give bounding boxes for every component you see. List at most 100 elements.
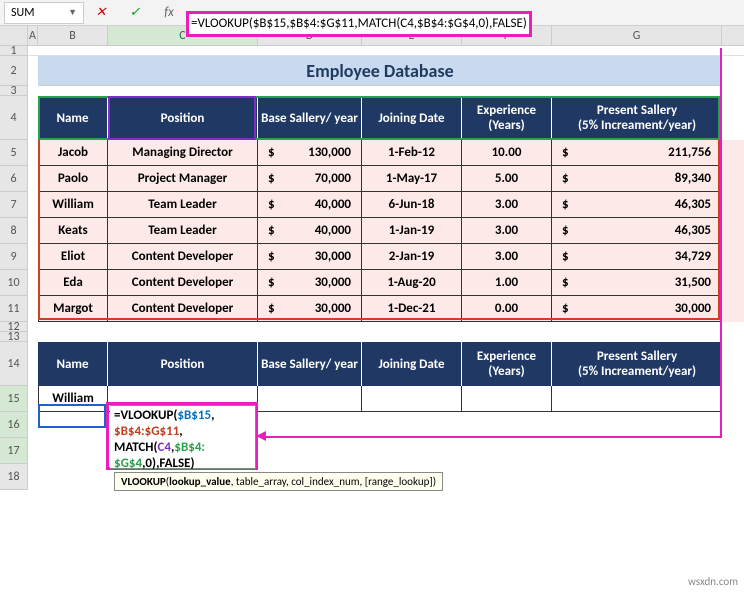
arrow-head-icon [256,431,266,441]
cell-joining[interactable]: 2-Jan-19 [362,244,462,270]
watermark: wsxdn.com [688,575,738,588]
chevron-down-icon[interactable]: ▼ [68,7,77,18]
cell-present[interactable]: $34,729 [552,244,722,270]
row-header-11[interactable]: 11 [0,296,28,322]
row-header-16[interactable]: 16 [0,412,28,438]
lookup-name-cell[interactable]: William [38,386,108,412]
row-header-14[interactable]: 14 [0,342,28,386]
lookup-base-cell[interactable] [258,386,362,412]
row-header-18[interactable]: 18 [0,464,28,490]
lookup-present-cell[interactable] [552,386,722,412]
row-header-1[interactable]: 1 [0,46,28,56]
col-header-a[interactable]: A [28,26,38,45]
th-exp: Experience (Years) [462,96,552,140]
cell-exp[interactable]: 5.00 [462,166,552,192]
lookup-joining-cell[interactable] [362,386,462,412]
th2-name: Name [38,342,108,386]
cell-base[interactable]: $30,000 [258,296,362,322]
cell-position[interactable]: Team Leader [108,192,258,218]
row-header-6[interactable]: 6 [0,166,28,192]
row-header-17[interactable]: 17 [0,438,28,464]
row-header-15[interactable]: 15 [0,386,28,412]
page-title: Employee Database [38,56,722,86]
row-header-5[interactable]: 5 [0,140,28,166]
cell-present[interactable]: $46,305 [552,192,722,218]
cell-joining[interactable]: 1-Dec-21 [362,296,462,322]
table-row: Jacob Managing Director $130,000 1-Feb-1… [38,140,744,166]
th2-base: Base Sallery/ year [258,342,362,386]
cell-base[interactable]: $40,000 [258,192,362,218]
table-row: Eda Content Developer $30,000 1-Aug-20 1… [38,270,744,296]
table-row: Keats Team Leader $40,000 1-Jan-19 3.00 … [38,218,744,244]
cell-joining[interactable]: 1-Aug-20 [362,270,462,296]
table-row: Eliot Content Developer $30,000 2-Jan-19… [38,244,744,270]
cell-name[interactable]: Eliot [38,244,108,270]
cell-present[interactable]: $46,305 [552,218,722,244]
cell-name[interactable]: Keats [38,218,108,244]
th2-present: Present Sallery (5% Increament/year) [552,342,722,386]
cell-base[interactable]: $30,000 [258,244,362,270]
row-header-4[interactable]: 4 [0,96,28,140]
cell-present[interactable]: $211,756 [552,140,722,166]
cell-name[interactable]: Jacob [38,140,108,166]
th2-exp: Experience (Years) [462,342,552,386]
cancel-icon[interactable]: ✕ [90,2,112,24]
col-header-g[interactable]: G [552,26,722,45]
cell-position[interactable]: Content Developer [108,296,258,322]
cell-joining[interactable]: 1-Jan-19 [362,218,462,244]
th2-joining: Joining Date [362,342,462,386]
cell-exp[interactable]: 0.00 [462,296,552,322]
cell-present[interactable]: $89,340 [552,166,722,192]
table-row: Paolo Project Manager $70,000 1-May-17 5… [38,166,744,192]
cell-name[interactable]: Margot [38,296,108,322]
th-base: Base Sallery/ year [258,96,362,140]
cell-joining[interactable]: 1-Feb-12 [362,140,462,166]
cell-exp[interactable]: 10.00 [462,140,552,166]
lookup-exp-cell[interactable] [462,386,552,412]
callout-line-v [720,48,722,438]
cell-base[interactable]: $40,000 [258,218,362,244]
callout-arrow [260,436,722,438]
cell-present[interactable]: $30,000 [552,296,722,322]
cell-exp[interactable]: 3.00 [462,192,552,218]
row-header-8[interactable]: 8 [0,218,28,244]
row-header-13[interactable]: 13 [0,332,28,342]
row-header-2[interactable]: 2 [0,56,28,86]
cell-joining[interactable]: 1-May-17 [362,166,462,192]
formula-bar[interactable]: =VLOOKUP($B$15,$B$4:$G$11,MATCH(C4,$B$4:… [186,11,532,37]
cell-name[interactable]: Eda [38,270,108,296]
cell-exp[interactable]: 3.00 [462,244,552,270]
function-tooltip: VLOOKUP(lookup_value, table_array, col_i… [114,472,443,491]
name-box[interactable]: SUM ▼ [4,2,84,24]
cell-base[interactable]: $30,000 [258,270,362,296]
table-row: William Team Leader $40,000 6-Jun-18 3.0… [38,192,744,218]
cell-position[interactable]: Content Developer [108,270,258,296]
cell-joining[interactable]: 6-Jun-18 [362,192,462,218]
cell-base[interactable]: $130,000 [258,140,362,166]
cell-position[interactable]: Team Leader [108,218,258,244]
cell-exp[interactable]: 1.00 [462,270,552,296]
cell-name[interactable]: Paolo [38,166,108,192]
row-header-3[interactable]: 3 [0,86,28,96]
cell-base[interactable]: $70,000 [258,166,362,192]
confirm-icon[interactable]: ✓ [124,2,146,24]
cell-present[interactable]: $31,500 [552,270,722,296]
table-row: Margot Content Developer $30,000 1-Dec-2… [38,296,744,322]
row-header-10[interactable]: 10 [0,270,28,296]
cell-position[interactable]: Content Developer [108,244,258,270]
name-box-value: SUM [11,6,34,20]
cell-position[interactable]: Project Manager [108,166,258,192]
th-position: Position [108,96,258,140]
col-header-b[interactable]: B [38,26,108,45]
row-header-9[interactable]: 9 [0,244,28,270]
th2-position: Position [108,342,258,386]
fx-icon[interactable]: fx [158,2,180,24]
th-present: Present Sallery (5% Increament/year) [552,96,722,140]
select-all-corner[interactable] [0,26,28,45]
row-header-7[interactable]: 7 [0,192,28,218]
cell-exp[interactable]: 3.00 [462,218,552,244]
formula-text: =VLOOKUP($B$15,$B$4:$G$11,MATCH(C4,$B$4:… [191,16,527,31]
formula-input-overlay[interactable]: =VLOOKUP($B$15, $B$4:$G$11, MATCH(C4,$B$… [110,405,256,469]
cell-name[interactable]: William [38,192,108,218]
cell-position[interactable]: Managing Director [108,140,258,166]
